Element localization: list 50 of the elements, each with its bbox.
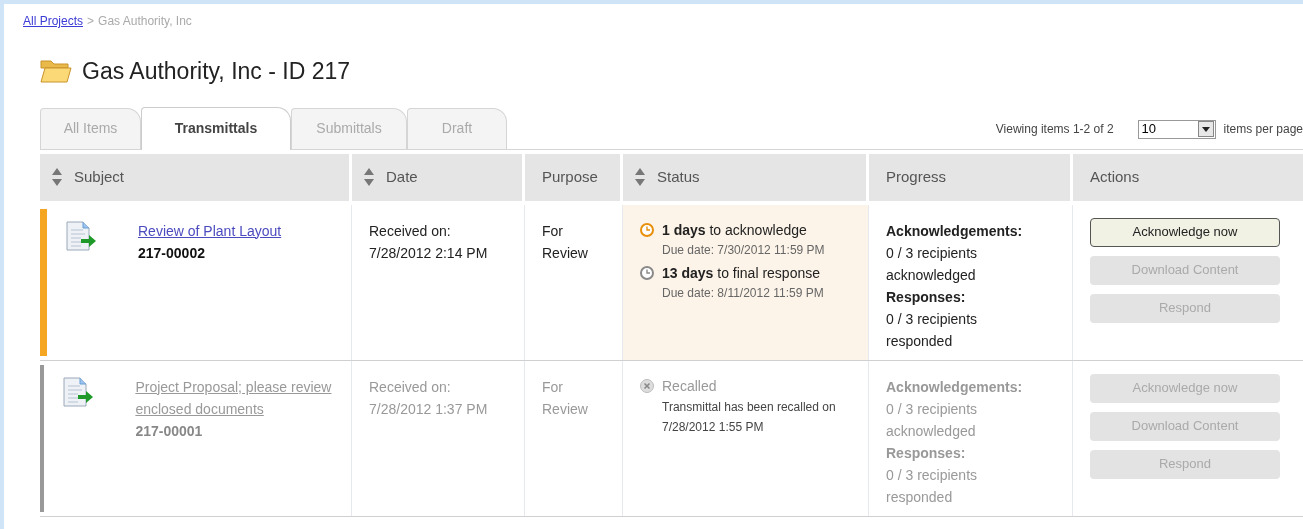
date-label: Received on: [369, 377, 452, 397]
folder-icon [40, 58, 72, 85]
progress-label: Acknowledgements: [886, 221, 1024, 241]
breadcrumb-separator: > [87, 13, 95, 30]
recalled-icon [640, 379, 654, 393]
column-header-label: Subject [74, 166, 125, 187]
breadcrumb-link[interactable]: All Projects [23, 12, 84, 30]
document-arrow-icon [64, 218, 98, 253]
progress-value: 0 / 3 recipients responded [886, 309, 979, 351]
deadline-text: 1 days to acknowledge [662, 220, 807, 240]
date-value: 7/28/2012 1:37 PM [369, 399, 489, 419]
transmittal-number: 217-00002 [138, 243, 206, 263]
per-page-select[interactable]: 10 [1137, 119, 1216, 139]
purpose: For Review [542, 377, 589, 419]
transmittal-number: 217-00001 [135, 421, 204, 441]
column-header-label: Date [386, 166, 418, 187]
due-date: Due date: 7/30/2012 11:59 PM [661, 241, 826, 259]
tab[interactable]: Transmittals [141, 106, 291, 150]
column-header[interactable]: Subject [40, 153, 349, 201]
column-header[interactable]: Date [352, 153, 522, 201]
purpose: For Review [542, 221, 589, 263]
status-note: Transmittal has been recalled on 7/28/2012 1:55 PM [661, 398, 837, 436]
subject-link[interactable]: Review of Plant Layout [138, 219, 282, 242]
deadline-text: 13 days to final response [662, 263, 820, 283]
progress-value: 0 / 3 recipients acknowledged [886, 243, 979, 285]
progress-label: Responses: [886, 443, 967, 463]
sort-icon[interactable] [364, 166, 374, 188]
sort-icon[interactable] [52, 166, 62, 188]
per-page-label: items per page [1223, 121, 1303, 138]
date-value: 7/28/2012 2:14 PM [369, 243, 489, 263]
date-label: Received on: [369, 221, 452, 241]
status-label: Recalled [662, 376, 717, 396]
progress-value: 0 / 3 recipients responded [886, 465, 979, 507]
column-header[interactable]: Status [623, 153, 866, 201]
progress-value: 0 / 3 recipients acknowledged [886, 399, 979, 441]
column-header-label: Status [657, 166, 700, 187]
tab[interactable]: Draft [407, 107, 507, 149]
tab[interactable]: Submittals [291, 107, 407, 149]
paging-summary: Viewing items 1-2 of 2 [995, 121, 1114, 138]
column-header-label: Actions [1090, 166, 1140, 187]
page-title: Gas Authority, Inc - ID 217 [82, 57, 351, 86]
action-button[interactable]: Acknowledge now [1090, 217, 1280, 247]
due-date: Due date: 8/11/2012 11:59 PM [661, 284, 825, 302]
progress-label: Responses: [886, 287, 967, 307]
progress-label: Acknowledgements: [886, 377, 1024, 397]
column-header-label: Purpose [542, 166, 598, 187]
breadcrumb-current: Gas Authority, Inc [98, 13, 192, 30]
sort-icon[interactable] [635, 166, 645, 188]
column-header-label: Progress [886, 166, 947, 187]
tab[interactable]: All Items [40, 107, 141, 149]
